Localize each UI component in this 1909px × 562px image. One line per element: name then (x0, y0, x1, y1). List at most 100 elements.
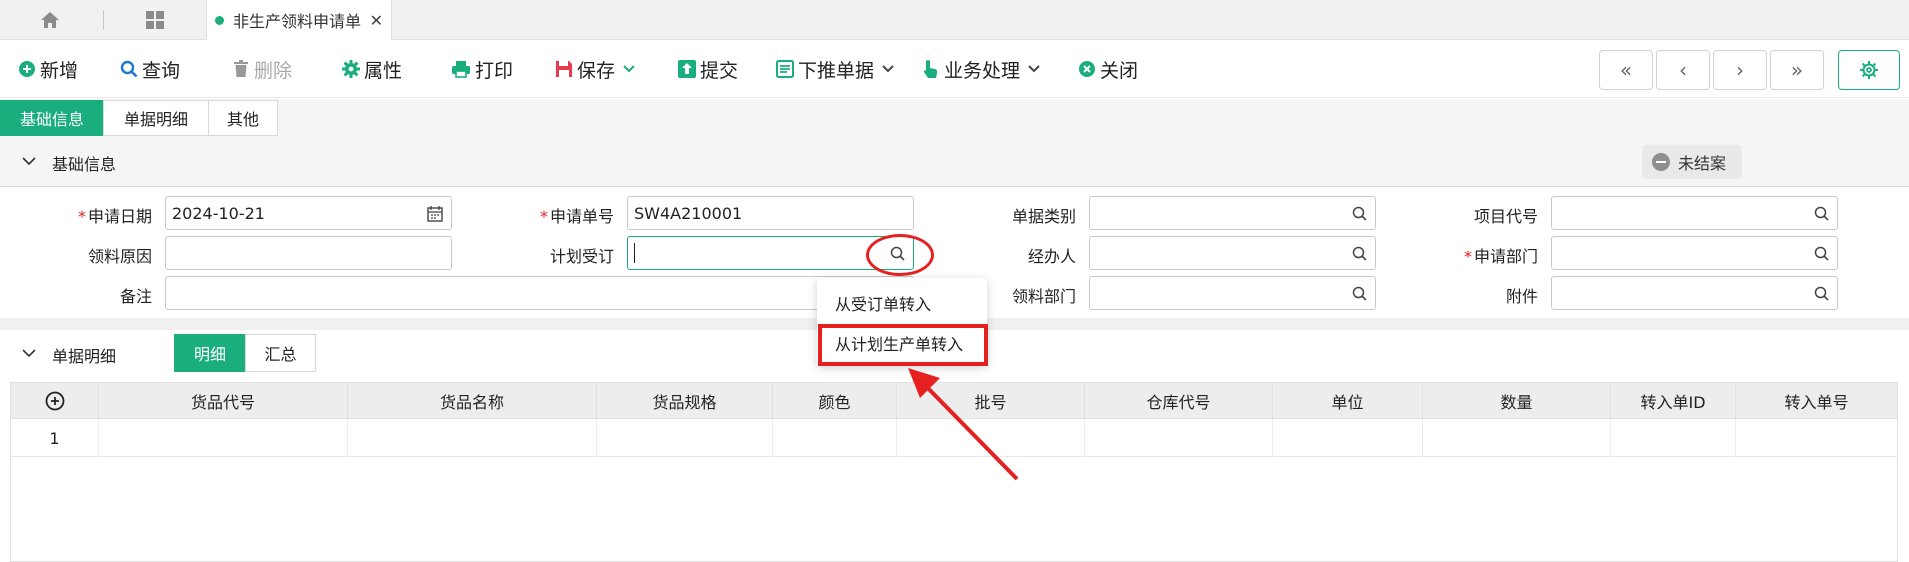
app-window: 非生产领料申请单 ✕ 新增 查询 删除 属性 打印 保存 提交 下推单据 业务处… (0, 0, 1909, 562)
col-source-id[interactable]: 转入单ID (1611, 383, 1736, 419)
trash-icon (234, 60, 248, 77)
document-tab[interactable]: 非生产领料申请单 ✕ (206, 0, 392, 40)
last-record-button[interactable]: » (1770, 50, 1824, 90)
tab-bar: 非生产领料申请单 ✕ (0, 0, 1909, 40)
active-dot (215, 15, 224, 25)
annotation-arrow-icon (908, 368, 1019, 481)
chevron-down-icon (623, 65, 635, 73)
prev-icon: ‹ (1679, 58, 1687, 82)
tab-doc-detail[interactable]: 单据明细 (103, 100, 209, 136)
apply-no-value: SW4A210001 (634, 203, 743, 223)
properties-label: 属性 (364, 59, 403, 82)
col-item-spec[interactable]: 货品规格 (597, 383, 773, 419)
detail-title: 单据明细 (52, 347, 117, 366)
status-badge: 未结案 (1642, 145, 1742, 179)
remark-field[interactable] (165, 276, 914, 310)
collapse-chevron-icon[interactable] (22, 157, 36, 166)
cell-item-name[interactable] (348, 419, 597, 457)
prev-record-button[interactable]: ‹ (1656, 50, 1710, 90)
print-label: 打印 (475, 59, 514, 82)
add-circle-icon (45, 391, 64, 411)
submit-label: 提交 (700, 59, 739, 82)
upload-icon (678, 60, 696, 78)
reason-field[interactable] (165, 236, 452, 270)
apply-dept-field[interactable] (1551, 236, 1838, 270)
tab-other[interactable]: 其他 (208, 100, 278, 136)
plus-circle-icon (19, 61, 35, 77)
push-down-button[interactable]: 下推单据 (776, 53, 898, 85)
cell-color[interactable] (773, 419, 897, 457)
section-tabs: 基础信息 单据明细 其他 (0, 99, 1909, 137)
add-row-button[interactable] (11, 383, 99, 419)
close-button[interactable]: 关闭 (1078, 53, 1138, 85)
col-item-name[interactable]: 货品名称 (348, 383, 597, 419)
apply-date-label: * 申请日期 (77, 207, 152, 226)
apply-no-field[interactable]: SW4A210001 (627, 196, 914, 230)
col-warehouse-code[interactable]: 仓库代号 (1085, 383, 1273, 419)
row-index: 1 (11, 419, 99, 457)
print-button[interactable]: 打印 (451, 53, 513, 85)
delete-label: 删除 (254, 59, 293, 82)
segment-summary[interactable]: 汇总 (245, 334, 316, 372)
apply-dept-label: * 申请部门 (1463, 247, 1538, 266)
search-icon[interactable] (1814, 246, 1829, 261)
new-label: 新增 (40, 59, 79, 82)
cell-quantity[interactable] (1423, 419, 1611, 457)
cell-unit[interactable] (1273, 419, 1423, 457)
project-code-field[interactable] (1551, 196, 1838, 230)
handler-field[interactable] (1089, 236, 1376, 270)
delete-button[interactable]: 删除 (232, 53, 292, 85)
search-icon[interactable] (1814, 206, 1829, 221)
tab-basic-info[interactable]: 基础信息 (0, 100, 104, 136)
cell-item-code[interactable] (99, 419, 348, 457)
doc-type-field[interactable] (1089, 196, 1376, 230)
col-quantity[interactable]: 数量 (1423, 383, 1611, 419)
last-icon: » (1790, 58, 1804, 82)
calendar-icon[interactable] (427, 206, 443, 222)
menu-item-from-sales-order[interactable]: 从受订单转入 (817, 285, 987, 321)
basic-info-title: 基础信息 (52, 155, 117, 174)
pick-dept-field[interactable] (1089, 276, 1376, 310)
submit-button[interactable]: 提交 (678, 53, 738, 85)
floppy-icon (556, 61, 572, 77)
properties-button[interactable]: 属性 (342, 53, 402, 85)
apps-button[interactable] (138, 6, 172, 34)
cell-source-no[interactable] (1736, 419, 1897, 457)
segment-detail[interactable]: 明细 (174, 334, 246, 372)
col-unit[interactable]: 单位 (1273, 383, 1423, 419)
col-item-code[interactable]: 货品代号 (99, 383, 348, 419)
apply-date-value: 2024-10-21 (172, 203, 265, 223)
text-cursor (634, 243, 635, 263)
col-source-no[interactable]: 转入单号 (1736, 383, 1897, 419)
home-button[interactable] (30, 6, 70, 34)
chevron-down-icon (1028, 65, 1040, 73)
document-list-icon (776, 60, 794, 78)
search-icon[interactable] (1352, 286, 1367, 301)
project-code-label: 项目代号 (1473, 207, 1538, 226)
close-tab-icon[interactable]: ✕ (370, 11, 383, 30)
query-button[interactable]: 查询 (120, 53, 180, 85)
save-button[interactable]: 保存 (555, 53, 639, 85)
grid-icon (146, 11, 164, 29)
cell-source-id[interactable] (1611, 419, 1736, 457)
business-label: 业务处理 (944, 59, 1021, 82)
settings-button[interactable] (1838, 50, 1900, 90)
status-dot-icon (1652, 153, 1670, 171)
remark-label: 备注 (119, 287, 152, 306)
next-record-button[interactable]: › (1713, 50, 1767, 90)
apply-date-field[interactable]: 2024-10-21 (165, 196, 452, 230)
collapse-chevron-icon[interactable] (22, 349, 36, 358)
basic-info-header: 基础信息 未结案 (0, 137, 1909, 187)
business-button[interactable]: 业务处理 (922, 53, 1044, 85)
search-icon[interactable] (1814, 286, 1829, 301)
cell-warehouse-code[interactable] (1085, 419, 1273, 457)
handler-label: 经办人 (1027, 247, 1076, 266)
col-color[interactable]: 颜色 (773, 383, 897, 419)
attach-field[interactable] (1551, 276, 1838, 310)
new-button[interactable]: 新增 (18, 53, 78, 85)
search-icon[interactable] (1352, 246, 1367, 261)
search-icon[interactable] (1352, 206, 1367, 221)
settings-gear-icon (1860, 61, 1878, 79)
cell-item-spec[interactable] (597, 419, 773, 457)
first-record-button[interactable]: « (1599, 50, 1653, 90)
